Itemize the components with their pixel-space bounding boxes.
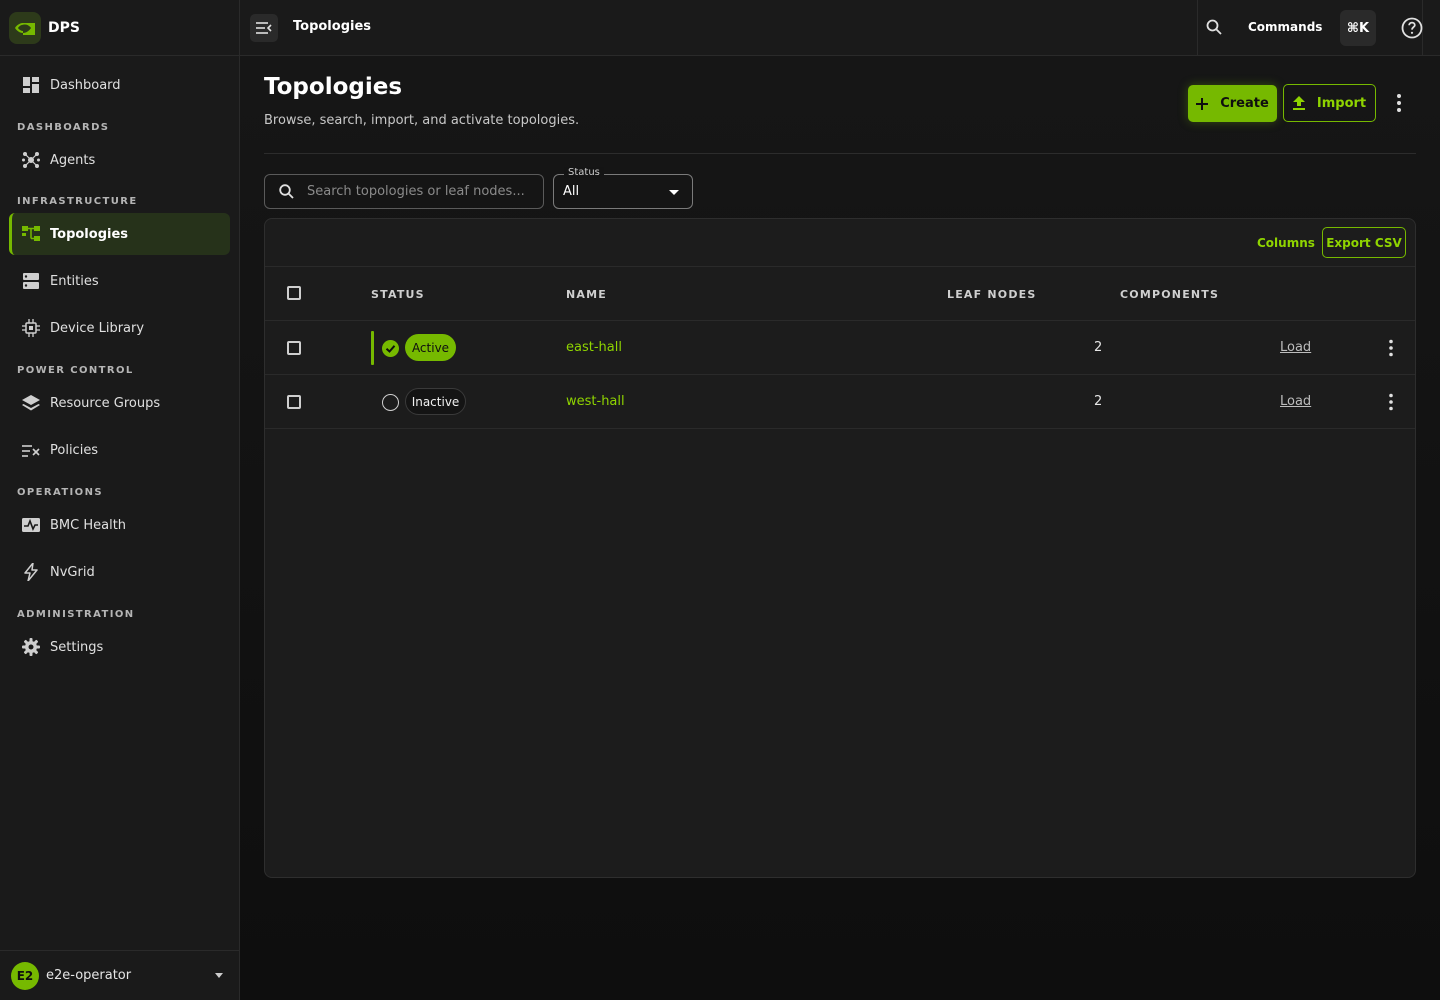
sidebar-item-settings[interactable]: Settings — [9, 626, 230, 668]
sidebar-item-label: Resource Groups — [50, 395, 161, 411]
row-checkbox[interactable] — [287, 395, 301, 409]
commands-label: Commands — [1248, 20, 1323, 34]
plus-icon — [1196, 97, 1209, 110]
breadcrumb: Topologies — [293, 19, 372, 34]
sidebar: DPS Dashboard DASHBOARDS Agents INFRASTR… — [0, 0, 240, 1000]
chevron-down-icon — [215, 973, 223, 978]
sidebar-item-resource-groups[interactable]: Resource Groups — [9, 382, 230, 424]
export-csv-button[interactable]: Export CSV — [1322, 227, 1406, 258]
dashboard-icon — [21, 75, 41, 95]
import-button-label: Import — [1316, 95, 1367, 111]
sidebar-item-device-library[interactable]: Device Library — [9, 307, 230, 349]
sidebar-item-label: Settings — [50, 639, 104, 655]
user-menu[interactable]: E2 e2e-operator — [0, 950, 240, 1000]
sidebar-item-label: Dashboard — [50, 77, 121, 93]
row-actions-icon[interactable] — [1386, 392, 1396, 412]
column-header-components[interactable]: COMPONENTS — [1120, 288, 1219, 301]
sidebar-item-label: Device Library — [50, 320, 145, 336]
topbar: Topologies Commands ⌘K — [240, 0, 1440, 56]
agents-icon — [21, 150, 41, 170]
table-toolbar: Columns Export CSV — [265, 219, 1415, 267]
main-content: Topologies Browse, search, import, and a… — [240, 56, 1440, 1000]
sidebar-item-policies[interactable]: Policies — [9, 429, 230, 471]
section-infrastructure: INFRASTRUCTURE — [17, 196, 138, 207]
status-filter-select[interactable]: Status All — [553, 167, 693, 209]
leaf-nodes-count: 2 — [1094, 340, 1103, 355]
nvidia-logo-icon — [9, 11, 41, 44]
entities-icon — [21, 271, 41, 291]
sidebar-item-entities[interactable]: Entities — [9, 260, 230, 302]
table-row[interactable]: Inactive west-hall 2 Load — [265, 375, 1415, 429]
search-icon — [1206, 19, 1222, 35]
topology-name-link[interactable]: east-hall — [566, 340, 622, 355]
sidebar-item-label: BMC Health — [50, 517, 127, 533]
status-badge: Active — [405, 334, 456, 361]
create-button[interactable]: Create — [1188, 85, 1277, 122]
layers-icon — [21, 393, 41, 413]
command-palette-button[interactable]: Commands ⌘K — [1197, 0, 1423, 55]
column-header-status[interactable]: STATUS — [371, 288, 425, 301]
sidebar-item-label: Entities — [50, 273, 99, 289]
table-row[interactable]: Active east-hall 2 Load — [265, 321, 1415, 375]
leaf-nodes-count: 2 — [1094, 394, 1103, 409]
column-header-leaf-nodes[interactable]: LEAF NODES — [947, 288, 1037, 301]
bolt-icon — [21, 562, 41, 582]
table-header: STATUS NAME LEAF NODES COMPONENTS — [265, 267, 1415, 321]
health-icon — [21, 515, 41, 535]
load-components-link[interactable]: Load — [1280, 340, 1311, 355]
status-filter-label: Status — [564, 167, 604, 178]
status-filter-value: All — [563, 184, 580, 199]
avatar: E2 — [11, 961, 39, 990]
row-checkbox[interactable] — [287, 341, 301, 355]
more-options-icon[interactable] — [1390, 92, 1408, 114]
sidebar-item-label: NvGrid — [50, 564, 95, 580]
sidebar-item-label: Topologies — [50, 226, 129, 242]
sidebar-item-nvgrid[interactable]: NvGrid — [9, 551, 230, 593]
sidebar-item-dashboard[interactable]: Dashboard — [9, 64, 230, 106]
search-field[interactable] — [264, 174, 544, 209]
policies-icon — [21, 440, 41, 460]
upload-icon — [1292, 96, 1305, 110]
sidebar-item-agents[interactable]: Agents — [9, 139, 230, 181]
brand-name: DPS — [48, 19, 80, 36]
section-power-control: POWER CONTROL — [17, 365, 134, 376]
columns-button[interactable]: Columns — [1257, 236, 1315, 250]
section-operations: OPERATIONS — [17, 487, 103, 498]
create-button-label: Create — [1220, 96, 1269, 111]
row-actions-icon[interactable] — [1386, 338, 1396, 358]
empty-circle-icon — [382, 394, 399, 411]
help-icon[interactable] — [1400, 16, 1424, 40]
column-header-name[interactable]: NAME — [566, 288, 607, 301]
sidebar-item-bmc-health[interactable]: BMC Health — [9, 504, 230, 546]
gear-icon — [21, 637, 41, 657]
status-badge: Inactive — [405, 388, 466, 415]
select-all-checkbox[interactable] — [287, 286, 301, 300]
brand[interactable]: DPS — [0, 0, 239, 56]
import-button[interactable]: Import — [1283, 84, 1376, 122]
page-title: Topologies — [264, 74, 403, 100]
header-divider — [264, 153, 1416, 154]
search-input[interactable] — [307, 184, 527, 199]
sidebar-item-label: Policies — [50, 442, 99, 458]
chevron-down-icon — [669, 190, 679, 195]
sidebar-item-label: Agents — [50, 152, 96, 168]
section-administration: ADMINISTRATION — [17, 609, 135, 620]
keyboard-shortcut: ⌘K — [1340, 10, 1376, 46]
section-dashboards: DASHBOARDS — [17, 122, 110, 133]
topology-icon — [21, 224, 41, 244]
sidebar-toggle-button[interactable] — [250, 14, 278, 42]
menu-collapse-icon — [256, 22, 272, 34]
page-subtitle: Browse, search, import, and activate top… — [264, 113, 580, 128]
sidebar-item-topologies[interactable]: Topologies — [9, 213, 230, 255]
check-circle-icon — [382, 340, 399, 357]
topology-name-link[interactable]: west-hall — [566, 394, 625, 409]
user-name: e2e-operator — [46, 968, 132, 983]
topologies-table: Columns Export CSV STATUS NAME LEAF NODE… — [264, 218, 1416, 878]
search-icon — [279, 184, 294, 199]
load-components-link[interactable]: Load — [1280, 394, 1311, 409]
active-row-indicator — [371, 331, 374, 365]
chip-icon — [21, 318, 41, 338]
